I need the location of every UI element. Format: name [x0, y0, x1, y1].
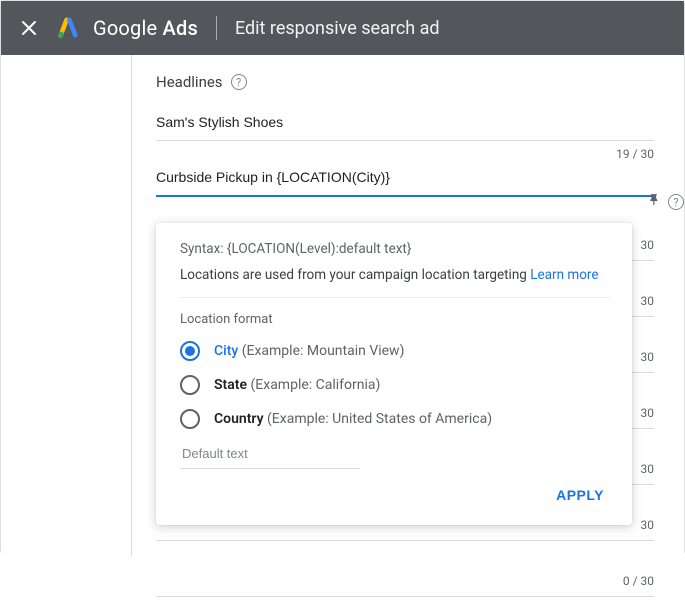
default-text-field [180, 445, 360, 469]
headline-input-1[interactable] [156, 105, 654, 141]
syntax-hint: Syntax: {LOCATION(Level):default text} [180, 241, 610, 257]
headline-field-2: 19 / 30 ? [156, 161, 654, 197]
popover-description: Locations are used from your campaign lo… [180, 267, 610, 298]
workspace: Headlines ? 19 / 30 ? 30 30 30 30 30 30 … [1, 55, 684, 556]
pin-icon[interactable] [648, 193, 662, 211]
default-text-input[interactable] [180, 445, 360, 462]
apply-button[interactable]: APPLY [550, 479, 610, 511]
main-panel: Headlines ? 19 / 30 ? 30 30 30 30 30 30 … [131, 55, 684, 556]
left-panel [1, 55, 131, 556]
radio-icon [180, 375, 200, 395]
radio-option-state[interactable]: State (Example: California) [180, 375, 610, 395]
close-icon [21, 20, 37, 36]
divider [216, 16, 217, 40]
headline-input-ghost[interactable]: 0 / 30 [156, 561, 654, 597]
help-icon[interactable]: ? [231, 74, 247, 90]
top-bar: Google Ads Edit responsive search ad [1, 1, 684, 55]
location-format-label: Location format [180, 312, 610, 327]
radio-option-country[interactable]: Country (Example: United States of Ameri… [180, 409, 610, 429]
page-title: Edit responsive search ad [235, 18, 440, 39]
headlines-section-label: Headlines ? [156, 73, 654, 91]
location-insertion-popover: Syntax: {LOCATION(Level):default text} L… [156, 223, 632, 525]
char-count: 19 / 30 [616, 147, 654, 161]
radio-icon [180, 341, 200, 361]
headline-input-2[interactable] [156, 161, 654, 197]
app-name: Google Ads [93, 16, 198, 40]
field-help-icon[interactable]: ? [668, 194, 684, 210]
learn-more-link[interactable]: Learn more [530, 267, 598, 283]
radio-option-city[interactable]: City (Example: Mountain View) [180, 341, 610, 361]
radio-icon [180, 409, 200, 429]
close-button[interactable] [19, 18, 39, 38]
headline-field-1 [156, 105, 654, 141]
google-ads-logo-icon [57, 17, 79, 39]
